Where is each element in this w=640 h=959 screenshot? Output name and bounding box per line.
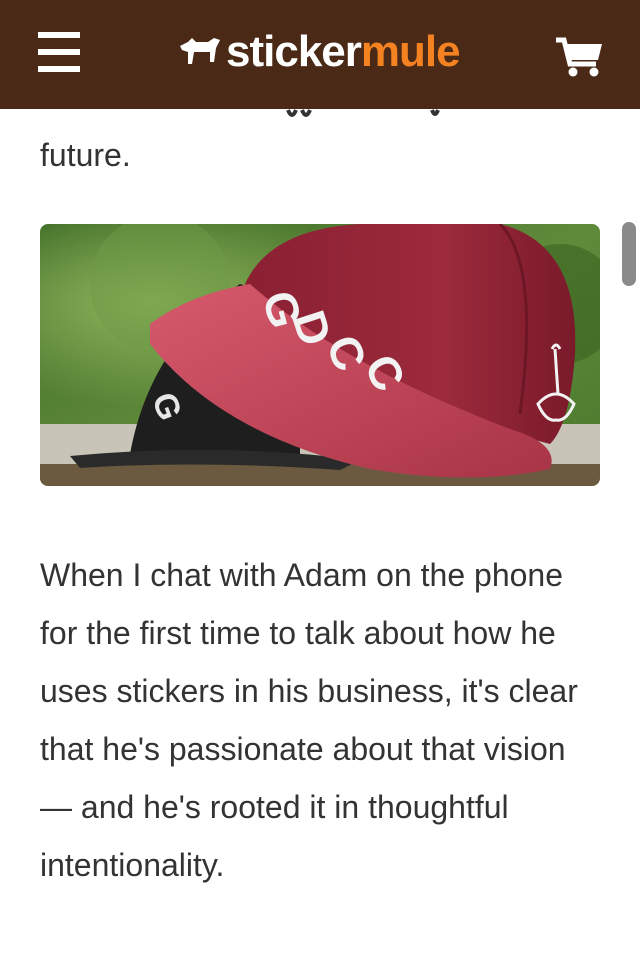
hat-photo: G G D C C — [40, 224, 600, 486]
stickermule-logo[interactable]: stickermule — [178, 26, 461, 78]
logo-wordmark: stickermule — [226, 26, 461, 78]
logo-sticker-text: sticker — [226, 27, 362, 76]
hamburger-menu-icon[interactable] — [38, 32, 80, 72]
logo-mule-text: mule — [360, 27, 461, 76]
mule-icon — [180, 38, 220, 64]
shopping-cart-icon[interactable] — [556, 36, 604, 78]
previous-paragraph-end: future. — [40, 137, 131, 173]
scrollbar-thumb[interactable] — [622, 222, 636, 286]
site-header: stickermule — [0, 0, 640, 109]
article-paragraph: When I chat with Adam on the phone for t… — [40, 557, 578, 883]
